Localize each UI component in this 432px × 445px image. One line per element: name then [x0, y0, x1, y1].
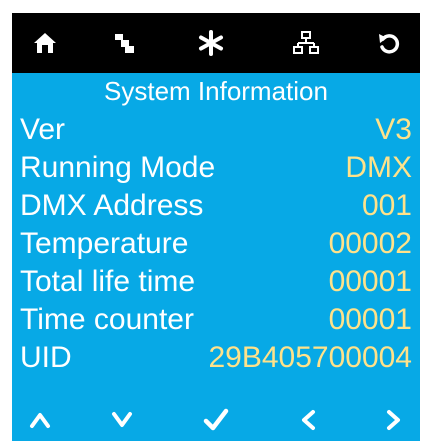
row-label: Ver — [20, 113, 66, 146]
row-value: 00001 — [328, 303, 412, 336]
top-toolbar — [12, 13, 420, 73]
right-icon[interactable] — [376, 403, 410, 437]
row-label: Running Mode — [20, 151, 216, 184]
row-label: Temperature — [20, 227, 189, 260]
down-icon[interactable] — [105, 403, 139, 437]
page-title: System Information — [104, 76, 328, 106]
row-label: DMX Address — [20, 189, 204, 222]
home-icon[interactable] — [29, 27, 61, 59]
info-row-total-life-time: Total life time 00001 — [20, 263, 412, 301]
left-icon[interactable] — [292, 403, 326, 437]
bottom-nav — [12, 397, 420, 441]
row-label: Time counter — [20, 303, 194, 336]
info-row-uid: UID 29B405700004 — [20, 339, 412, 377]
row-value: V3 — [375, 113, 412, 146]
menu-icon[interactable] — [108, 27, 140, 59]
row-value: DMX — [345, 151, 412, 184]
info-row-running-mode: Running Mode DMX — [20, 149, 412, 187]
up-icon[interactable] — [23, 403, 57, 437]
row-value: 00002 — [328, 227, 412, 260]
row-value: 00001 — [328, 265, 412, 298]
back-icon[interactable] — [373, 27, 405, 59]
info-row-temperature: Temperature 00002 — [20, 225, 412, 263]
confirm-icon[interactable] — [199, 403, 233, 437]
device-screen: System Information Ver V3 Running Mode D… — [12, 13, 420, 441]
asterisk-icon[interactable] — [195, 27, 227, 59]
row-value: 29B405700004 — [208, 341, 412, 374]
network-icon[interactable] — [290, 27, 322, 59]
info-row-time-counter: Time counter 00001 — [20, 301, 412, 339]
row-label: UID — [20, 341, 72, 374]
info-row-dmx-address: DMX Address 001 — [20, 187, 412, 225]
info-row-version: Ver V3 — [20, 111, 412, 149]
row-label: Total life time — [20, 265, 196, 298]
row-value: 001 — [361, 189, 412, 222]
